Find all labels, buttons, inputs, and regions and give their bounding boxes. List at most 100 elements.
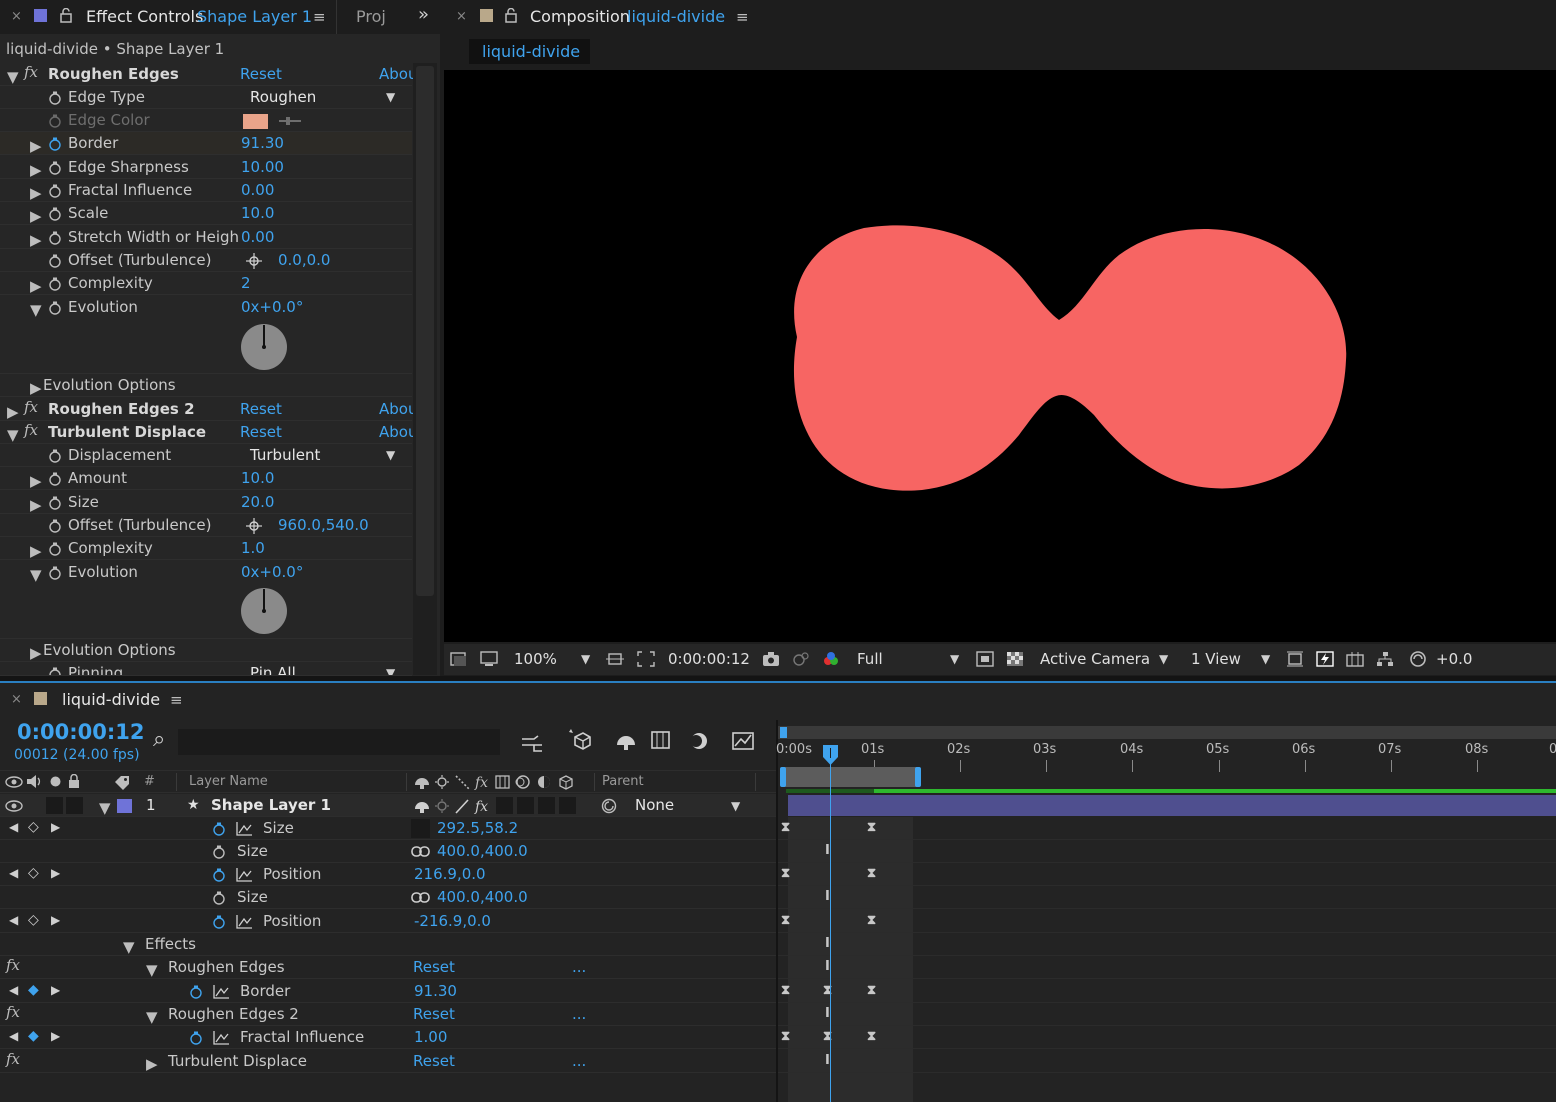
stopwatch-icon[interactable] (48, 496, 62, 510)
expand-triangle-icon[interactable]: ▼ (99, 799, 111, 817)
effect-header-turbulent-displace[interactable]: ▼ fx Turbulent Displace Reset Abou (0, 421, 417, 444)
work-area-bar[interactable] (782, 767, 918, 787)
link-toggle[interactable] (411, 819, 430, 838)
timeline-icon[interactable] (1346, 651, 1364, 667)
prop-value[interactable]: 216.9,0.0 (414, 865, 486, 883)
search-icon[interactable]: ⌕ (153, 727, 165, 752)
layer-label-swatch[interactable] (117, 799, 132, 813)
prev-keyframe-icon[interactable]: ◀ (9, 983, 18, 997)
subtab-label[interactable]: liquid-divide (482, 42, 580, 61)
zoom-level[interactable]: 100% (514, 650, 557, 668)
prop-value[interactable]: 0x+0.0° (241, 563, 303, 581)
lock-toggle[interactable] (66, 797, 83, 814)
next-keyframe-icon[interactable]: ▶ (51, 983, 60, 997)
stopwatch-icon[interactable] (48, 254, 62, 268)
motion-blur-icon[interactable] (688, 730, 710, 752)
panel-menu-icon[interactable]: ≡ (313, 8, 326, 26)
stopwatch-icon[interactable] (48, 91, 62, 105)
expand-triangle-icon[interactable]: ▶ (30, 542, 42, 560)
next-keyframe-icon[interactable]: ▶ (51, 1029, 60, 1043)
eyedropper-icon[interactable] (278, 115, 302, 127)
graph-editor-icon[interactable] (732, 730, 754, 752)
keyframe-marker[interactable]: ⧗ (781, 866, 790, 881)
prop-value[interactable]: 0x+0.0° (241, 298, 303, 316)
constrain-proportions-icon[interactable] (411, 846, 431, 857)
switch-box[interactable] (517, 797, 534, 814)
stopwatch-icon[interactable] (212, 822, 226, 836)
stopwatch-icon[interactable] (48, 207, 62, 221)
parent-dropdown[interactable]: None (635, 796, 674, 814)
expand-triangle-icon[interactable]: ▶ (30, 161, 42, 179)
solo-toggle[interactable] (46, 797, 63, 814)
prop-value[interactable]: 292.5,58.2 (437, 819, 518, 837)
fx-icon[interactable]: fx (24, 63, 38, 81)
effect-name[interactable]: Roughen Edges (168, 958, 285, 976)
keyframe-toggle-icon[interactable]: ◇ (28, 865, 39, 881)
camera-view[interactable]: Active Camera (1040, 650, 1150, 668)
lock-icon[interactable] (68, 774, 80, 789)
solo-icon[interactable] (50, 776, 61, 787)
keyframe-marker[interactable]: ⧗ (867, 820, 876, 835)
chevron-down-icon[interactable]: ▼ (950, 652, 959, 666)
lock-icon[interactable] (60, 8, 72, 23)
chevron-down-icon[interactable]: ▼ (1261, 652, 1270, 666)
current-time-indicator-line[interactable] (830, 764, 831, 1102)
region-of-interest-icon[interactable] (450, 651, 468, 667)
prop-value[interactable]: 960.0,540.0 (278, 516, 369, 534)
expand-triangle-icon[interactable]: ▶ (30, 137, 42, 155)
expand-triangle-icon[interactable]: ▼ (30, 566, 42, 584)
expand-triangle-icon[interactable]: ▶ (30, 231, 42, 249)
expand-triangle-icon[interactable]: ▶ (30, 472, 42, 490)
stopwatch-icon[interactable] (48, 231, 62, 245)
prop-value[interactable]: 10.00 (241, 158, 284, 176)
reset-link[interactable]: Reset (413, 1052, 455, 1070)
pick-whip-icon[interactable] (601, 798, 617, 814)
stopwatch-icon[interactable] (48, 161, 62, 175)
keyframe-marker[interactable]: ⧗ (867, 983, 876, 998)
expand-triangle-icon[interactable]: ▼ (146, 961, 158, 979)
chevron-down-icon[interactable]: ▼ (731, 799, 740, 813)
about-link[interactable]: Abou (379, 65, 417, 83)
prop-value[interactable]: 20.0 (241, 493, 274, 511)
next-keyframe-icon[interactable]: ▶ (51, 866, 60, 880)
fast-previews-icon[interactable] (1316, 651, 1334, 667)
effect-name[interactable]: Turbulent Displace (168, 1052, 307, 1070)
composition-viewer[interactable] (444, 70, 1556, 642)
prop-value[interactable]: 10.0 (241, 469, 274, 487)
displacement-dropdown[interactable]: Turbulent (250, 446, 320, 464)
expand-triangle-icon[interactable]: ▼ (146, 1008, 158, 1026)
edge-type-dropdown[interactable]: Roughen (250, 88, 316, 106)
about-link[interactable]: Abou (379, 400, 417, 418)
reset-link[interactable]: Reset (413, 958, 455, 976)
prop-value[interactable]: -216.9,0.0 (414, 912, 491, 930)
expand-triangle-icon[interactable]: ▶ (30, 496, 42, 514)
chevron-down-icon[interactable]: ▼ (386, 90, 395, 104)
graph-icon[interactable] (213, 1031, 229, 1045)
edge-color-swatch[interactable] (243, 114, 268, 129)
chevron-down-icon[interactable]: ▼ (1159, 652, 1168, 666)
stopwatch-icon[interactable] (48, 667, 62, 676)
expand-triangle-icon[interactable]: ▼ (7, 426, 19, 444)
current-time[interactable]: 0:00:00:12 (668, 650, 750, 668)
navigator-start-handle[interactable] (780, 727, 787, 738)
keyframe-marker[interactable]: ⧗ (867, 1029, 876, 1044)
stopwatch-icon[interactable] (48, 277, 62, 291)
expand-triangle-icon[interactable]: ▼ (30, 301, 42, 319)
crosshair-icon[interactable] (246, 518, 262, 534)
switch-box[interactable] (559, 797, 576, 814)
next-keyframe-icon[interactable]: ▶ (51, 820, 60, 834)
effect-header-roughen-edges-2[interactable]: ▶ fx Roughen Edges 2 Reset Abou (0, 398, 417, 421)
keyframe-marker[interactable]: ⧗ (781, 820, 790, 835)
next-keyframe-icon[interactable]: ▶ (51, 913, 60, 927)
about-link[interactable]: Abou (379, 423, 417, 441)
fx-icon[interactable]: fx (24, 421, 38, 439)
graph-icon[interactable] (236, 915, 252, 929)
panel-menu-icon[interactable]: ≡ (170, 691, 183, 709)
prop-value[interactable]: 91.30 (414, 982, 457, 1000)
stopwatch-icon[interactable] (48, 542, 62, 556)
fit-icon[interactable] (606, 651, 624, 667)
expand-triangle-icon[interactable]: ▼ (7, 68, 19, 86)
stopwatch-icon[interactable] (189, 985, 203, 999)
expand-triangle-icon[interactable]: ▼ (123, 938, 135, 956)
lock-icon[interactable] (505, 8, 517, 23)
